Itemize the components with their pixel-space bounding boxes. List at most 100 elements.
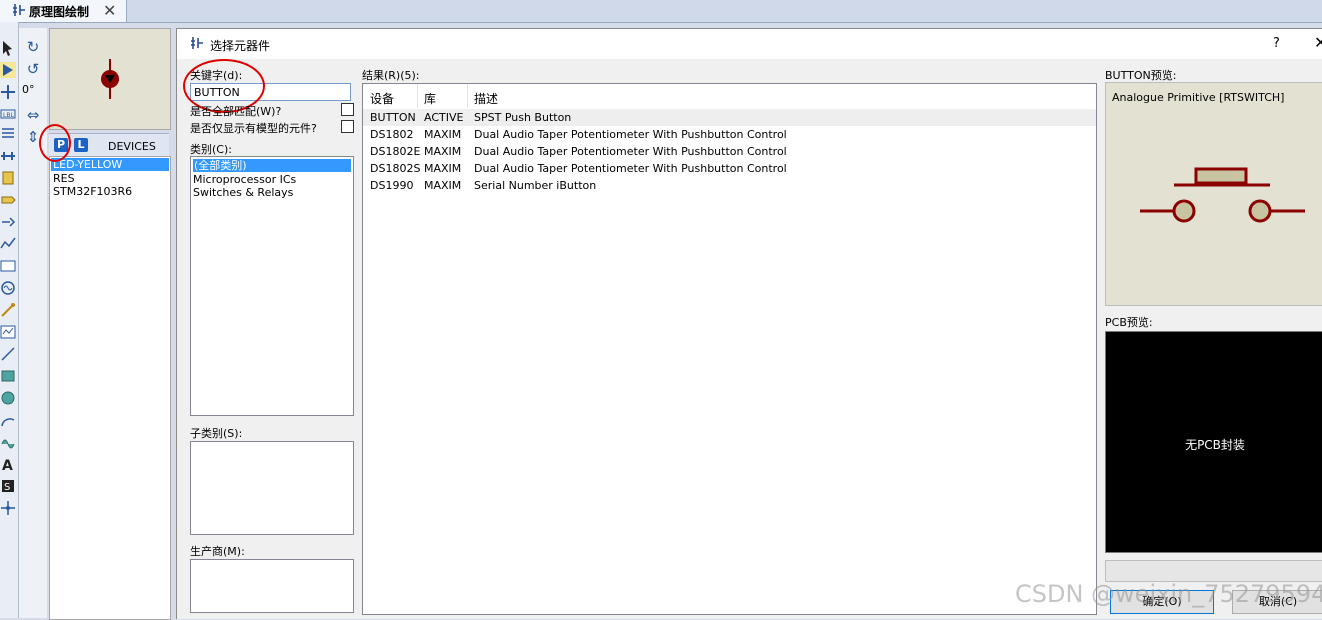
watermark: CSDN @weixin_75279594 [1015,580,1322,608]
path-icon[interactable] [0,434,16,450]
dialog-title: 选择元器件 [210,39,271,53]
text-script-icon[interactable] [0,126,16,142]
table-row[interactable]: DS1802E MAXIM Dual Audio Taper Potentiom… [363,143,1096,160]
cell-description: Dual Audio Taper Potentiometer With Push… [474,145,787,158]
cell-description: Dual Audio Taper Potentiometer With Push… [474,128,787,141]
preview-caption: Analogue Primitive [RTSWITCH] [1112,91,1285,104]
symbol-icon[interactable]: S [0,478,16,494]
match-all-label: 是否全部匹配(W)? [190,105,282,118]
annotation-circle-pick [39,124,71,162]
pick-devices-dialog: 选择元器件 ? ✕ 关键字(d): BUTTON 是否全部匹配(W)? 是否仅显… [176,28,1322,619]
cell-library: MAXIM [424,162,462,175]
device-item[interactable]: RES [53,172,75,185]
model-only-checkbox[interactable] [341,120,354,133]
push-button-symbol [1140,167,1305,223]
category-item[interactable]: Switches & Relays [193,186,293,199]
devices-label: DEVICES [108,140,156,153]
device-pin-icon[interactable] [0,214,16,230]
generator-icon[interactable] [0,280,16,296]
cell-library: MAXIM [424,128,462,141]
virtual-instrument-icon[interactable] [0,324,16,340]
rotate-counterclockwise-icon[interactable]: ↺ [23,60,43,78]
circle-icon[interactable] [0,390,16,406]
pcb-preview: 无PCB封装 [1105,331,1322,553]
wire-label-icon[interactable]: LBL [0,106,16,122]
no-pcb-message: 无PCB封装 [1185,438,1245,452]
cell-device: DS1802E [370,145,421,158]
column-header-library[interactable]: 库 [424,90,436,107]
table-row[interactable]: DS1990 MAXIM Serial Number iButton [363,177,1096,194]
pcb-preview-label: PCB预览: [1105,316,1153,329]
column-divider[interactable] [417,84,418,108]
svg-text:LBL: LBL [3,112,14,119]
rotate-clockwise-icon[interactable]: ↻ [23,38,43,56]
terminal-icon[interactable] [0,192,16,208]
model-only-label: 是否仅显示有模型的元件? [190,122,317,135]
junction-dot-icon[interactable] [0,84,16,100]
tape-recorder-icon[interactable] [0,258,16,274]
box-icon[interactable] [0,368,16,384]
svg-text:S: S [4,482,10,493]
rotation-angle[interactable]: 0° [22,83,35,96]
subcategory-label: 子类别(S): [190,427,243,440]
table-row[interactable]: DS1802 MAXIM Dual Audio Taper Potentiome… [363,126,1096,143]
devices-list: LED-YELLOW RES STM32F103R6 [49,156,171,620]
document-tab-strip: 原理图绘制 ✕ [0,0,1322,23]
results-label: 结果(R)(5): [362,69,420,82]
schematic-preview: Analogue Primitive [RTSWITCH] [1105,82,1322,306]
table-row[interactable]: DS1802S MAXIM Dual Audio Taper Potentiom… [363,160,1096,177]
cell-library: ACTIVE [424,111,464,124]
column-header-description[interactable]: 描述 [474,90,498,107]
cell-description: Serial Number iButton [474,179,597,192]
cell-device: DS1802S [370,162,421,175]
sub-circuit-icon[interactable] [0,170,16,186]
subcategory-list[interactable] [190,441,354,535]
marker-icon[interactable] [0,500,16,516]
bus-icon[interactable] [0,148,16,164]
library-manager-button[interactable]: L [74,138,88,152]
schematic-icon [13,4,25,16]
cell-device: BUTTON [370,111,416,124]
led-symbol-preview [101,59,119,99]
dialog-titlebar: 选择元器件 ? ✕ [177,29,1322,59]
cell-library: MAXIM [424,145,462,158]
svg-text:A: A [2,458,13,472]
arc-icon[interactable] [0,412,16,428]
manufacturer-list[interactable] [190,559,354,613]
schematic-icon [191,37,203,49]
graph-icon[interactable] [0,236,16,252]
text-icon[interactable]: A [0,456,16,472]
line-icon[interactable] [0,346,16,362]
column-header-device[interactable]: 设备 [370,90,394,107]
manufacturer-label: 生产商(M): [190,545,245,558]
table-row[interactable]: BUTTON ACTIVE SPST Push Button [363,109,1096,126]
category-item[interactable]: Microprocessor ICs [193,173,296,186]
tab-close-icon[interactable]: ✕ [103,1,116,20]
selection-mode-icon[interactable] [0,40,16,56]
close-icon[interactable]: ✕ [1314,33,1322,52]
category-list: (全部类别) Microprocessor ICs Switches & Rel… [190,156,354,416]
tab-schematic-capture[interactable]: 原理图绘制 ✕ [0,0,127,22]
mode-toolbar: LBL A S [0,22,19,618]
mirror-horizontal-icon[interactable]: ⇔ [23,106,43,124]
device-preview [49,28,171,130]
cell-description: Dual Audio Taper Potentiometer With Push… [474,162,787,175]
component-mode-icon[interactable] [0,62,16,78]
schematic-preview-label: BUTTON预览: [1105,69,1177,82]
cell-library: MAXIM [424,179,462,192]
help-button[interactable]: ? [1273,36,1280,51]
cell-device: DS1802 [370,128,414,141]
match-all-checkbox[interactable] [341,103,354,116]
cell-device: DS1990 [370,179,414,192]
pcb-footprint-selector[interactable] [1105,560,1322,582]
rotation-tools: ↻ ↺ ⇔ ⇕ [19,28,47,618]
column-divider[interactable] [467,84,468,108]
cell-description: SPST Push Button [474,111,572,124]
device-item[interactable]: LED-YELLOW [51,158,169,171]
category-item[interactable]: (全部类别) [193,159,351,172]
voltage-probe-icon[interactable] [0,302,16,318]
category-label: 类别(C): [190,143,232,156]
device-item[interactable]: STM32F103R6 [53,185,132,198]
results-table: 设备 库 描述 BUTTON ACTIVE SPST Push Button D… [362,83,1097,615]
tab-label: 原理图绘制 [29,5,90,19]
